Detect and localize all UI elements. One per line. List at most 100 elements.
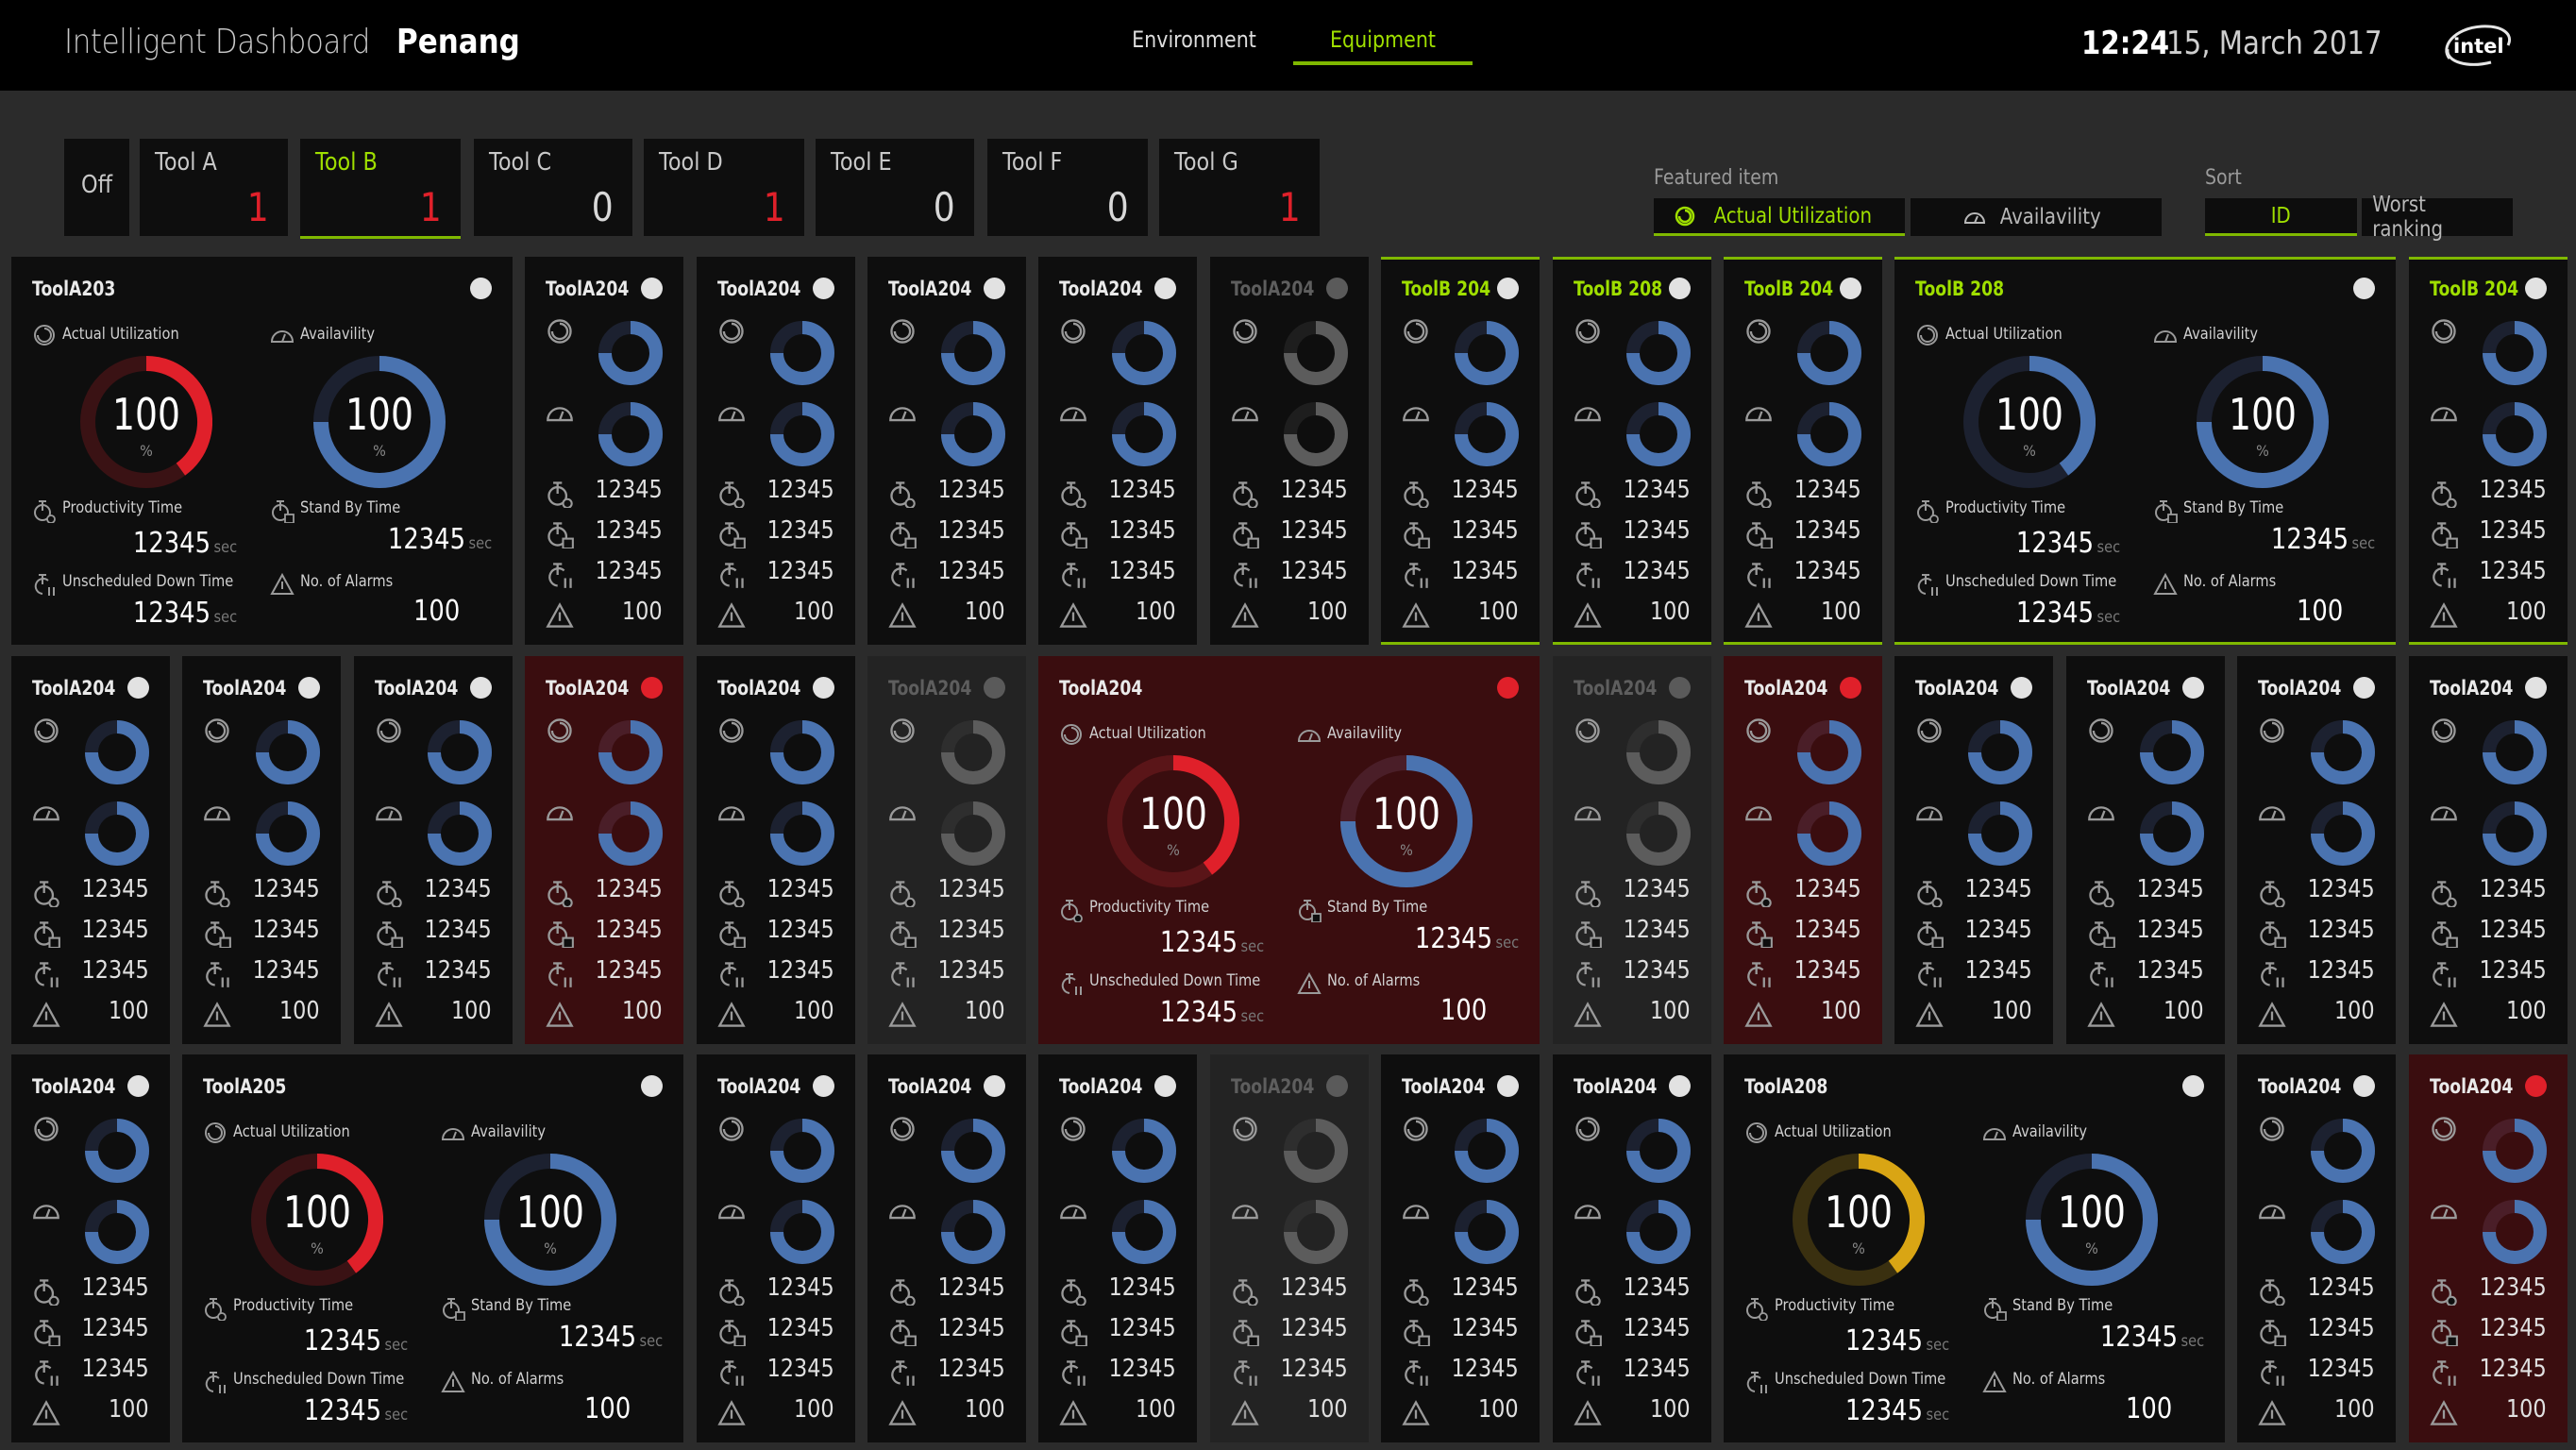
featured-item-label: Featured item [1654,166,1779,190]
status-indicator [470,278,492,299]
downtime-value: 12345 [2479,1355,2547,1383]
equipment-card[interactable]: ToolA204 12345 12345 12345 100 [1038,257,1197,645]
standby-time-value: 12345 [766,1314,834,1342]
intel-logo: intel [2440,21,2516,70]
equipment-card-large[interactable]: ToolA204 Actual Utilization Availavility 10… [1038,656,1540,1044]
alarm-warning-icon [2087,1002,2115,1027]
utilization-donut [770,720,834,784]
tool-tab-f[interactable]: Tool F 0 [987,139,1148,236]
gauge-icon [889,1205,916,1220]
equipment-card[interactable]: ToolA204 12345 12345 12345 100 [697,257,855,645]
tool-tab-b[interactable]: Tool B 1 [300,139,461,239]
equipment-card[interactable]: ToolA204 12345 12345 12345 100 [11,1054,170,1442]
tool-tab-g[interactable]: Tool G 1 [1159,139,1320,236]
tab-environment[interactable]: Environment [1125,26,1263,64]
tool-tab-label: Tool G [1174,148,1238,177]
seconds-unit: sec [384,1336,408,1355]
productivity-time-value: 12345 [1451,476,1519,504]
tool-tab-c[interactable]: Tool C 0 [474,139,632,236]
downtime-timer-icon [891,1360,915,1386]
downtime-timer-icon [1576,962,1600,987]
equipment-card[interactable]: ToolA204 12345 12345 12345 100 [2237,656,2396,1044]
equipment-card[interactable]: ToolA204 12345 12345 12345 100 [1553,656,1711,1044]
equipment-card[interactable]: ToolA204 12345 12345 12345 100 [2066,656,2225,1044]
tool-tab-e[interactable]: Tool E 0 [816,139,974,236]
equipment-card-large[interactable]: ToolA203 Actual Utilization Availavility 10… [11,257,513,645]
equipment-card[interactable]: ToolA204 12345 12345 12345 100 [1724,656,1882,1044]
stand-by-time-label: Stand By Time [2182,498,2283,517]
downtime-value-number: 12345 [1844,1394,1923,1427]
equipment-card[interactable]: ToolA204 12345 12345 12345 100 [525,656,683,1044]
productivity-timer-icon [1061,481,1086,508]
equipment-card[interactable]: ToolB 204 12345 12345 12345 100 [1381,257,1540,645]
equipment-card[interactable]: ToolA204 12345 12345 12345 100 [2409,656,2568,1044]
equipment-card[interactable]: ToolA204 12345 12345 12345 100 [354,656,513,1044]
downtime-timer-icon [1062,563,1086,588]
seconds-unit: sec [468,534,492,553]
productivity-time-label: Productivity Time [62,498,183,517]
tool-tab-count: 1 [247,184,269,230]
equipment-card[interactable]: ToolB 204 12345 12345 12345 100 [2409,257,2568,645]
availability-percent-value: 100 [2057,1187,2127,1238]
standby-time-value: 12345 [2479,916,2547,944]
equipment-name: ToolA204 [32,1075,116,1098]
equipment-card[interactable]: ToolA204 12345 12345 12345 100 [697,1054,855,1442]
tool-tab-a[interactable]: Tool A 1 [140,139,288,236]
equipment-card[interactable]: ToolB 204 12345 12345 12345 100 [1724,257,1882,645]
equipment-card[interactable]: ToolA204 12345 12345 12345 100 [1381,1054,1540,1442]
equipment-card[interactable]: ToolA204 12345 12345 12345 100 [525,257,683,645]
standby-time-value: 12345 [1623,1314,1691,1342]
utilization-icon [2432,718,2456,743]
equipment-card[interactable]: ToolA204 12345 12345 12345 100 [867,257,1026,645]
downtime-value: 12345 [1280,1355,1348,1383]
downtime-value: 12345 [1108,1355,1176,1383]
featured-availability-button[interactable]: Availavility [1911,198,2162,236]
alarm-count-value-number: 100 [2125,1392,2172,1425]
availability-donut [1626,1200,1691,1264]
gauge-icon [718,806,745,821]
standby-time-value: 12345 sec [559,1321,663,1354]
standby-timer-icon [2432,1320,2458,1346]
equipment-card[interactable]: ToolA204 12345 12345 12345 100 [1553,1054,1711,1442]
equipment-card[interactable]: ToolA204 12345 12345 12345 100 [1894,656,2053,1044]
equipment-card[interactable]: ToolA204 12345 12345 12345 100 [1210,257,1369,645]
tab-equipment[interactable]: Equipment [1310,26,1456,64]
clock-date: 15, March 2017 [2166,25,2382,62]
downtime-value: 12345 [1623,557,1691,585]
status-indicator [984,1075,1005,1097]
equipment-card[interactable]: ToolA204 12345 12345 12345 100 [2409,1054,2568,1442]
equipment-card-large[interactable]: ToolB 208 Actual Utilization Availavility 1… [1894,257,2396,645]
utilization-icon [890,319,915,344]
equipment-name: ToolA204 [1744,677,1828,700]
sort-worst-ranking-button[interactable]: Worst ranking [2362,193,2513,242]
equipment-card[interactable]: ToolA204 12345 12345 12345 100 [2237,1054,2396,1442]
alarm-warning-icon [717,602,746,628]
productivity-time-value: 12345 [1280,476,1348,504]
featured-actual-utilization-button[interactable]: Actual Utilization [1654,198,1905,236]
equipment-card[interactable]: ToolA204 12345 12345 12345 100 [182,656,341,1044]
equipment-card[interactable]: ToolA204 12345 12345 12345 100 [867,1054,1026,1442]
equipment-card[interactable]: ToolA204 12345 12345 12345 100 [867,656,1026,1044]
standby-timer-icon [547,522,574,548]
equipment-card-large[interactable]: ToolA208 Actual Utilization Availavility 10… [1724,1054,2225,1442]
downtime-value: 12345 [1793,557,1861,585]
sort-id-button[interactable]: ID [2205,198,2357,236]
unscheduled-down-time-label: Unscheduled Down Time [233,1370,405,1389]
tool-tab-count: 1 [764,184,785,230]
alarm-count-value: 100 [584,1392,631,1425]
productivity-timer-icon [1233,1279,1258,1306]
tool-tab-d[interactable]: Tool D 1 [644,139,804,236]
utilization-donut [2483,720,2547,784]
availability-donut [2483,801,2547,866]
standby-time-value-number: 12345 [1414,922,1492,955]
equipment-card[interactable]: ToolB 208 12345 12345 12345 100 [1553,257,1711,645]
unscheduled-down-time-label: Unscheduled Down Time [1089,971,1261,990]
equipment-card[interactable]: ToolA204 12345 12345 12345 100 [1038,1054,1197,1442]
tool-tab-off[interactable]: Off [64,139,129,236]
equipment-card[interactable]: ToolA204 12345 12345 12345 100 [11,656,170,1044]
equipment-card[interactable]: ToolA204 12345 12345 12345 100 [697,656,855,1044]
app-title: Intelligent Dashboard [64,23,370,61]
equipment-card[interactable]: ToolA204 12345 12345 12345 100 [1210,1054,1369,1442]
equipment-card-large[interactable]: ToolA205 Actual Utilization Availavility 10… [182,1054,683,1442]
status-indicator [984,677,1005,699]
